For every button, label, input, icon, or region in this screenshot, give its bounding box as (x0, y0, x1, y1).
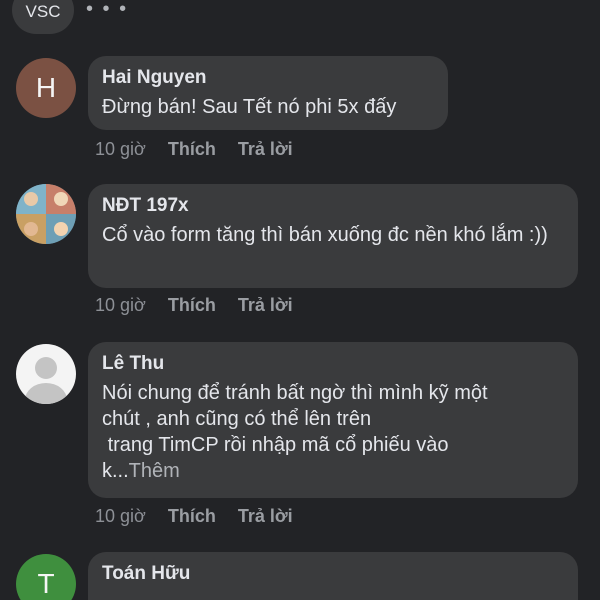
comment-bubble[interactable]: Lê Thu Nói chung để tránh bất ngờ thì mì… (88, 342, 578, 498)
avatar[interactable] (16, 184, 76, 244)
comment-text-line: chút , anh cũng có thể lên trên (102, 408, 372, 430)
avatar[interactable] (16, 344, 76, 404)
comment-text-line: k... (102, 460, 129, 482)
comment-bubble[interactable]: Hai Nguyen Đừng bán! Sau Tết nó phi 5x đ… (88, 56, 448, 130)
comment-text-line: Nói chung để tránh bất ngờ thì mình kỹ m… (102, 382, 488, 404)
comment-actions: 10 giờ Thích Trả lời (95, 139, 293, 160)
reply-button[interactable]: Trả lời (238, 295, 293, 316)
reply-button[interactable]: Trả lời (238, 506, 293, 527)
avatar-letter: T (37, 568, 55, 599)
comment-author[interactable]: Lê Thu (102, 352, 566, 376)
comment-author[interactable]: Hai Nguyen (102, 66, 436, 90)
like-button[interactable]: Thích (168, 139, 216, 160)
avatar-photo-icon (16, 184, 76, 244)
top-chip-label: VSC (25, 2, 61, 21)
see-more-link[interactable]: Thêm (129, 460, 180, 482)
avatar[interactable]: T (16, 554, 76, 600)
comment-actions: 10 giờ Thích Trả lời (95, 506, 293, 527)
like-button[interactable]: Thích (168, 506, 216, 527)
comment-bubble[interactable]: Toán Hữu (88, 552, 578, 600)
top-chip[interactable]: VSC (12, 0, 74, 34)
comment-actions: 10 giờ Thích Trả lời (95, 295, 293, 316)
comment-text: Đừng bán! Sau Tết nó phi 5x đấy (102, 96, 397, 118)
comment-text: Cổ vào form tăng thì bán xuống đc nền kh… (102, 224, 548, 246)
avatar-letter: H (35, 72, 57, 103)
comment-bubble[interactable]: NĐT 197x Cổ vào form tăng thì bán xuống … (88, 184, 578, 288)
default-avatar-icon (25, 357, 67, 404)
comment-time: 10 giờ (95, 295, 146, 315)
comment-text: Nói chung để tránh bất ngờ thì mình kỹ m… (102, 380, 566, 484)
comment-time: 10 giờ (95, 139, 146, 159)
comment-time: 10 giờ (95, 506, 146, 526)
comment-text-line: trang TimCP rồi nhập mã cổ phiếu vào (102, 434, 449, 456)
like-button[interactable]: Thích (168, 295, 216, 316)
reply-button[interactable]: Trả lời (238, 139, 293, 160)
avatar[interactable]: H (16, 58, 76, 118)
comment-author[interactable]: Toán Hữu (102, 562, 566, 586)
more-horizontal-icon[interactable]: • • • (86, 0, 128, 19)
comment-author[interactable]: NĐT 197x (102, 194, 566, 218)
